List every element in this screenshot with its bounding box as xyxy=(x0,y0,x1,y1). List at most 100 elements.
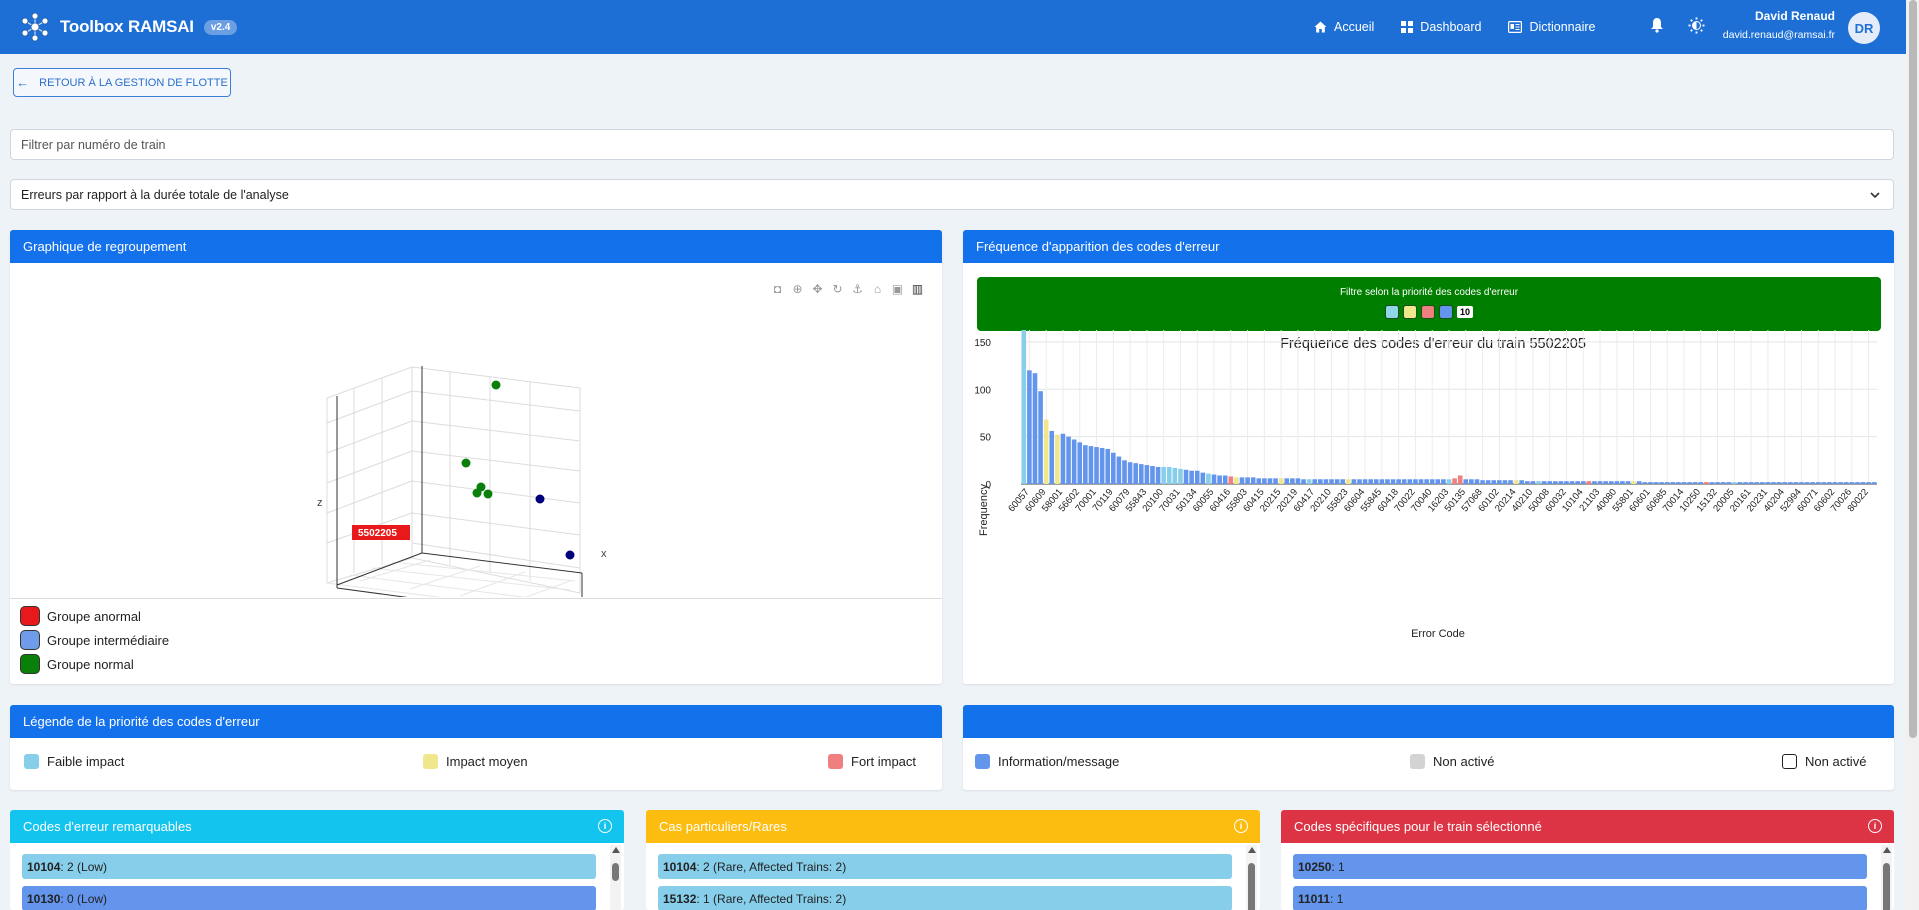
bar[interactable] xyxy=(1362,479,1368,484)
cluster-point[interactable] xyxy=(483,489,493,499)
bar[interactable] xyxy=(1060,433,1066,484)
bar[interactable] xyxy=(1178,468,1183,484)
bar[interactable] xyxy=(1234,477,1239,484)
cluster-3d-plot[interactable]: z x y 5502205 xyxy=(10,263,942,597)
list-item[interactable]: 10104: 2 (Low) xyxy=(22,854,596,879)
bar[interactable] xyxy=(1318,479,1323,484)
bar[interactable] xyxy=(1715,482,1720,484)
list-item[interactable]: 10250: 1 xyxy=(1293,854,1867,879)
bar[interactable] xyxy=(1329,479,1334,484)
list-item[interactable]: 15132: 1 (Rare, Affected Trains: 2) xyxy=(658,886,1232,910)
frequency-bar-chart[interactable]: Fréquence des codes d'erreur du train 55… xyxy=(963,330,1894,650)
list-scrollbar[interactable] xyxy=(610,845,621,910)
bar[interactable] xyxy=(1262,478,1267,484)
bar[interactable] xyxy=(1334,479,1340,484)
bar[interactable] xyxy=(1401,479,1407,484)
bar[interactable] xyxy=(1558,481,1564,484)
bar[interactable] xyxy=(1815,482,1821,484)
bar[interactable] xyxy=(1860,482,1866,484)
bar[interactable] xyxy=(1424,479,1429,484)
bar[interactable] xyxy=(1049,430,1055,484)
cluster-point[interactable] xyxy=(535,494,545,504)
page-scrollbar-thumb[interactable] xyxy=(1909,0,1917,738)
priority-toggle-medium[interactable] xyxy=(1402,305,1417,319)
bar[interactable] xyxy=(1166,466,1172,484)
bar[interactable] xyxy=(1066,436,1071,484)
bar[interactable] xyxy=(1183,469,1189,484)
bar[interactable] xyxy=(1038,391,1043,484)
bar[interactable] xyxy=(1194,470,1200,484)
bar[interactable] xyxy=(1189,470,1194,484)
bar[interactable] xyxy=(1295,478,1301,484)
bar[interactable] xyxy=(1782,482,1787,484)
bar[interactable] xyxy=(1172,467,1178,484)
bar[interactable] xyxy=(1603,481,1608,484)
bar[interactable] xyxy=(1435,479,1441,484)
bar[interactable] xyxy=(1138,464,1144,484)
bar[interactable] xyxy=(1088,446,1094,484)
list-scrollbar-thumb[interactable] xyxy=(612,863,619,881)
bar[interactable] xyxy=(1077,442,1083,484)
bar[interactable] xyxy=(1748,482,1754,484)
bar[interactable] xyxy=(1094,447,1099,484)
bar[interactable] xyxy=(1306,479,1312,484)
bar[interactable] xyxy=(1457,475,1463,484)
bar[interactable] xyxy=(1200,472,1206,484)
priority-toggle-info[interactable] xyxy=(1438,305,1453,319)
bar[interactable] xyxy=(1452,478,1457,484)
bar[interactable] xyxy=(1670,482,1676,484)
analysis-mode-select[interactable]: Erreurs par rapport à la durée totale de… xyxy=(10,179,1894,210)
list-item[interactable]: 10104: 2 (Rare, Affected Trains: 2) xyxy=(658,854,1232,879)
bar[interactable] xyxy=(1804,482,1810,484)
bar[interactable] xyxy=(1871,482,1877,484)
bar[interactable] xyxy=(1379,479,1385,484)
bar[interactable] xyxy=(1413,479,1418,484)
bar[interactable] xyxy=(1575,481,1580,484)
back-to-fleet-button[interactable]: ← RETOUR À LA GESTION DE FLOTTE xyxy=(13,68,231,97)
bar[interactable] xyxy=(1687,482,1692,484)
list-scrollbar-thumb[interactable] xyxy=(1883,863,1890,910)
bar[interactable] xyxy=(1267,478,1273,484)
bar[interactable] xyxy=(1642,482,1648,484)
train-number-filter-input[interactable] xyxy=(10,129,1894,160)
bar[interactable] xyxy=(1787,482,1793,484)
bar[interactable] xyxy=(1161,466,1166,484)
bar[interactable] xyxy=(1743,482,1748,484)
bar[interactable] xyxy=(1648,482,1653,484)
bar[interactable] xyxy=(1726,482,1732,484)
bar[interactable] xyxy=(1597,481,1603,484)
bar[interactable] xyxy=(1256,478,1262,484)
nav-home[interactable]: Accueil xyxy=(1314,20,1374,34)
bar[interactable] xyxy=(1323,479,1329,484)
legend-item-normal[interactable]: Groupe normal xyxy=(10,652,942,676)
list-scrollbar-thumb[interactable] xyxy=(1248,863,1255,910)
list-item[interactable]: 10130: 0 (Low) xyxy=(22,886,596,910)
bar[interactable] xyxy=(1698,482,1704,484)
cluster-point[interactable] xyxy=(461,458,471,468)
bar[interactable] xyxy=(1843,482,1849,484)
theme-toggle-icon[interactable] xyxy=(1688,17,1705,34)
bar[interactable] xyxy=(1469,479,1474,484)
bar[interactable] xyxy=(1827,482,1832,484)
bar[interactable] xyxy=(1144,465,1150,484)
bar[interactable] xyxy=(1105,448,1111,484)
bar[interactable] xyxy=(1228,476,1234,484)
bar[interactable] xyxy=(1491,480,1497,484)
bar[interactable] xyxy=(1737,482,1743,484)
bar[interactable] xyxy=(1525,481,1530,484)
bar[interactable] xyxy=(1032,373,1038,484)
bar[interactable] xyxy=(1150,466,1155,484)
legend-item-anormal[interactable]: Groupe anormal xyxy=(10,604,942,628)
bar[interactable] xyxy=(1614,481,1620,484)
bar[interactable] xyxy=(1704,482,1709,484)
bar[interactable] xyxy=(1564,481,1569,484)
avatar[interactable]: DR xyxy=(1848,12,1880,44)
bar[interactable] xyxy=(1765,482,1771,484)
scroll-up-icon[interactable] xyxy=(612,847,620,853)
bar[interactable] xyxy=(1799,482,1804,484)
bar[interactable] xyxy=(1536,481,1541,484)
bar[interactable] xyxy=(1390,479,1396,484)
bar[interactable] xyxy=(1754,482,1760,484)
bar[interactable] xyxy=(1636,481,1642,484)
nav-dictionary[interactable]: Dictionnaire xyxy=(1508,20,1595,34)
